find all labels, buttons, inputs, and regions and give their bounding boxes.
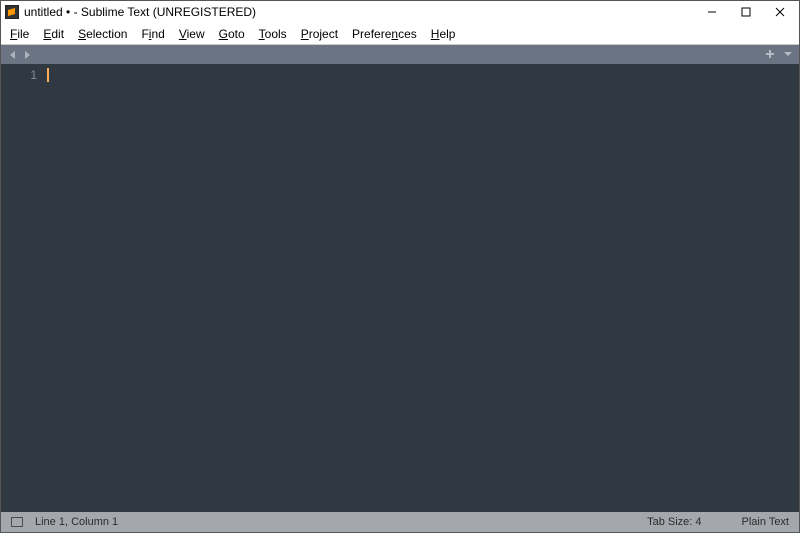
menu-goto[interactable]: Goto [212, 25, 252, 43]
menu-help[interactable]: Help [424, 25, 463, 43]
menu-preferences[interactable]: Preferences [345, 25, 424, 43]
new-tab-icon[interactable] [765, 46, 775, 64]
minimize-button[interactable] [695, 2, 729, 22]
menubar: File Edit Selection Find View Goto Tools… [1, 23, 799, 45]
menu-file[interactable]: File [3, 25, 36, 43]
titlebar: untitled • - Sublime Text (UNREGISTERED) [1, 1, 799, 23]
status-bar: Line 1, Column 1 Tab Size: 4 Plain Text [1, 512, 799, 532]
menu-view[interactable]: View [172, 25, 212, 43]
app-icon [5, 5, 19, 19]
editor-area: 1 [1, 64, 799, 512]
text-cursor [47, 68, 49, 82]
nav-forward-icon[interactable] [21, 49, 33, 61]
tab-dropdown-icon[interactable] [783, 46, 793, 64]
nav-back-icon[interactable] [7, 49, 19, 61]
status-position[interactable]: Line 1, Column 1 [35, 516, 118, 528]
menu-tools[interactable]: Tools [252, 25, 294, 43]
status-syntax[interactable]: Plain Text [742, 516, 790, 528]
window-title: untitled • - Sublime Text (UNREGISTERED) [24, 5, 256, 19]
status-tab-size[interactable]: Tab Size: 4 [647, 516, 701, 528]
code-area[interactable] [45, 64, 799, 512]
tab-bar [1, 45, 799, 64]
close-button[interactable] [763, 2, 797, 22]
line-number: 1 [1, 67, 37, 83]
maximize-button[interactable] [729, 2, 763, 22]
panel-switcher-icon[interactable] [11, 517, 23, 527]
menu-project[interactable]: Project [294, 25, 345, 43]
app-window: untitled • - Sublime Text (UNREGISTERED)… [0, 0, 800, 533]
menu-selection[interactable]: Selection [71, 25, 134, 43]
gutter: 1 [1, 64, 45, 512]
menu-find[interactable]: Find [134, 25, 171, 43]
menu-edit[interactable]: Edit [36, 25, 71, 43]
